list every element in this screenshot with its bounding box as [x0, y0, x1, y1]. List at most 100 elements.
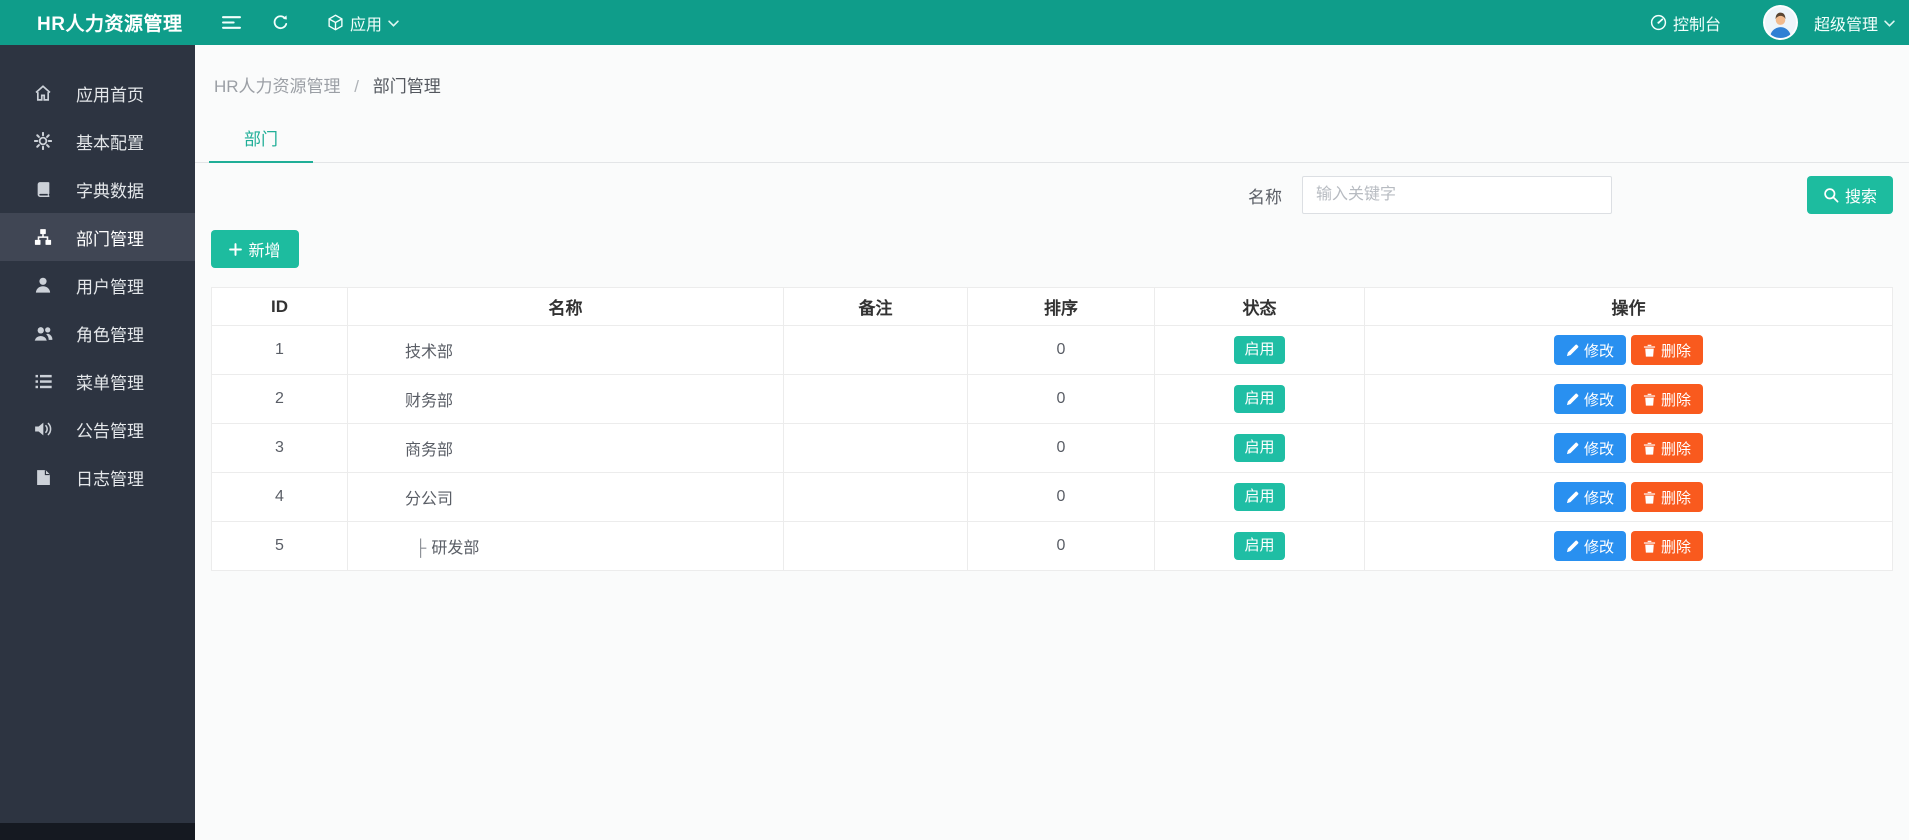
main-content: HR人力资源管理 / 部门管理 部门 名称 搜索 新增 ID	[195, 45, 1909, 840]
sidebar-item-notice-mgmt[interactable]: 公告管理	[0, 405, 195, 453]
trash-icon	[1643, 442, 1656, 455]
sidebar-item-user-mgmt[interactable]: 用户管理	[0, 261, 195, 309]
console-label: 控制台	[1672, 16, 1721, 34]
edit-button[interactable]: 修改	[1553, 384, 1626, 414]
cell-remark	[783, 374, 968, 424]
status-badge: 启用	[1234, 482, 1285, 512]
col-header-sort: 排序	[967, 287, 1155, 326]
home-icon	[33, 84, 53, 102]
col-header-status: 状态	[1154, 287, 1365, 326]
toolbar: 新增	[195, 214, 1909, 268]
sidebar-item-menu-mgmt[interactable]: 菜单管理	[0, 357, 195, 405]
pencil-icon	[1566, 442, 1579, 455]
cell-name: ├ 研发部	[347, 521, 784, 571]
cell-actions: 修改 删除	[1364, 521, 1893, 571]
pencil-icon	[1566, 393, 1579, 406]
user-menu-dropdown[interactable]: 超级管理	[1814, 11, 1895, 35]
cell-status: 启用	[1154, 423, 1365, 473]
cell-remark	[783, 423, 968, 473]
cell-status: 启用	[1154, 472, 1365, 522]
sidebar-item-label: 菜单管理	[76, 373, 144, 393]
plus-icon	[229, 242, 243, 256]
cell-id: 5	[211, 521, 348, 571]
sidebar-bottom-strip	[0, 823, 195, 840]
trash-icon	[1643, 393, 1656, 406]
delete-button[interactable]: 删除	[1631, 335, 1704, 365]
status-badge: 启用	[1234, 335, 1285, 365]
breadcrumb-root[interactable]: HR人力资源管理	[214, 77, 341, 96]
status-badge: 启用	[1234, 433, 1285, 463]
sidebar-menu: 应用首页 基本配置字典数据部门管理用户管理角色管理菜单管理公告管理 日志管理	[0, 69, 195, 501]
sidebar-item-log-mgmt[interactable]: 日志管理	[0, 453, 195, 501]
sidebar-item-label: 部门管理	[76, 229, 144, 249]
cell-name: 技术部	[347, 325, 784, 375]
search-button-label: 搜索	[1844, 189, 1877, 206]
sidebar: 应用首页 基本配置字典数据部门管理用户管理角色管理菜单管理公告管理 日志管理	[0, 45, 195, 840]
sidebar-item-dict-data[interactable]: 字典数据	[0, 165, 195, 213]
sidebar-item-dept-mgmt[interactable]: 部门管理	[0, 213, 195, 261]
cell-id: 2	[211, 374, 348, 424]
edit-button[interactable]: 修改	[1553, 433, 1626, 463]
sidebar-item-label: 角色管理	[76, 325, 144, 345]
sidebar-item-label: 用户管理	[76, 277, 144, 297]
cell-actions: 修改 删除	[1364, 374, 1893, 424]
table-row: 1 技术部 0 启用 修改 删除	[211, 325, 1893, 375]
cell-remark	[783, 472, 968, 522]
department-table: ID 名称 备注 排序 状态 操作 1 技术部 0 启用 修改 删除 2 财务部 0 启用 修改 删除…	[195, 287, 1909, 571]
speaker-icon	[33, 420, 53, 438]
sitemap-icon	[33, 228, 53, 246]
cell-actions: 修改 删除	[1364, 472, 1893, 522]
trash-icon	[1643, 344, 1656, 357]
delete-button[interactable]: 删除	[1631, 482, 1704, 512]
status-badge: 启用	[1234, 531, 1285, 561]
cube-icon	[327, 14, 344, 31]
table-header-row: ID 名称 备注 排序 状态 操作	[211, 287, 1893, 326]
cell-status: 启用	[1154, 374, 1365, 424]
table-row: 2 财务部 0 启用 修改 删除	[211, 374, 1893, 424]
add-button[interactable]: 新增	[211, 230, 299, 268]
cell-actions: 修改 删除	[1364, 423, 1893, 473]
edit-button[interactable]: 修改	[1553, 531, 1626, 561]
console-link[interactable]: 控制台	[1650, 11, 1721, 35]
sidebar-item-home[interactable]: 应用首页	[0, 69, 195, 117]
avatar[interactable]	[1762, 5, 1798, 40]
cell-sort: 0	[967, 423, 1155, 473]
app-menu-dropdown[interactable]: 应用	[327, 11, 399, 35]
menu-list-icon	[33, 374, 53, 389]
cell-sort: 0	[967, 472, 1155, 522]
pencil-icon	[1566, 491, 1579, 504]
cell-status: 启用	[1154, 325, 1365, 375]
cell-id: 1	[211, 325, 348, 375]
add-button-label: 新增	[248, 243, 281, 260]
col-header-actions: 操作	[1364, 287, 1893, 326]
search-button[interactable]: 搜索	[1807, 176, 1893, 214]
app-menu-label: 应用	[350, 16, 383, 34]
delete-button[interactable]: 删除	[1631, 384, 1704, 414]
file-icon	[33, 469, 53, 486]
delete-button[interactable]: 删除	[1631, 433, 1704, 463]
sidebar-item-label: 字典数据	[76, 181, 144, 201]
col-header-remark: 备注	[783, 287, 968, 326]
cell-status: 启用	[1154, 521, 1365, 571]
menu-fold-icon	[222, 15, 241, 30]
gear-icon	[33, 132, 53, 150]
edit-button[interactable]: 修改	[1553, 335, 1626, 365]
tab-bar: 部门	[195, 117, 1909, 163]
avatar-person-icon	[1764, 7, 1796, 38]
sidebar-item-role-mgmt[interactable]: 角色管理	[0, 309, 195, 357]
delete-button[interactable]: 删除	[1631, 531, 1704, 561]
pencil-icon	[1566, 540, 1579, 553]
refresh-button[interactable]	[272, 14, 289, 31]
status-badge: 启用	[1234, 384, 1285, 414]
user-icon	[33, 276, 53, 294]
col-header-name: 名称	[347, 287, 784, 326]
breadcrumb-separator: /	[354, 77, 360, 96]
cell-name: 商务部	[347, 423, 784, 473]
menu-fold-button[interactable]	[222, 15, 241, 30]
search-input[interactable]	[1302, 176, 1612, 214]
tab-department[interactable]: 部门	[209, 117, 313, 163]
tree-branch-glyph: ├	[415, 540, 427, 557]
sidebar-item-basic-config[interactable]: 基本配置	[0, 117, 195, 165]
edit-button[interactable]: 修改	[1553, 482, 1626, 512]
